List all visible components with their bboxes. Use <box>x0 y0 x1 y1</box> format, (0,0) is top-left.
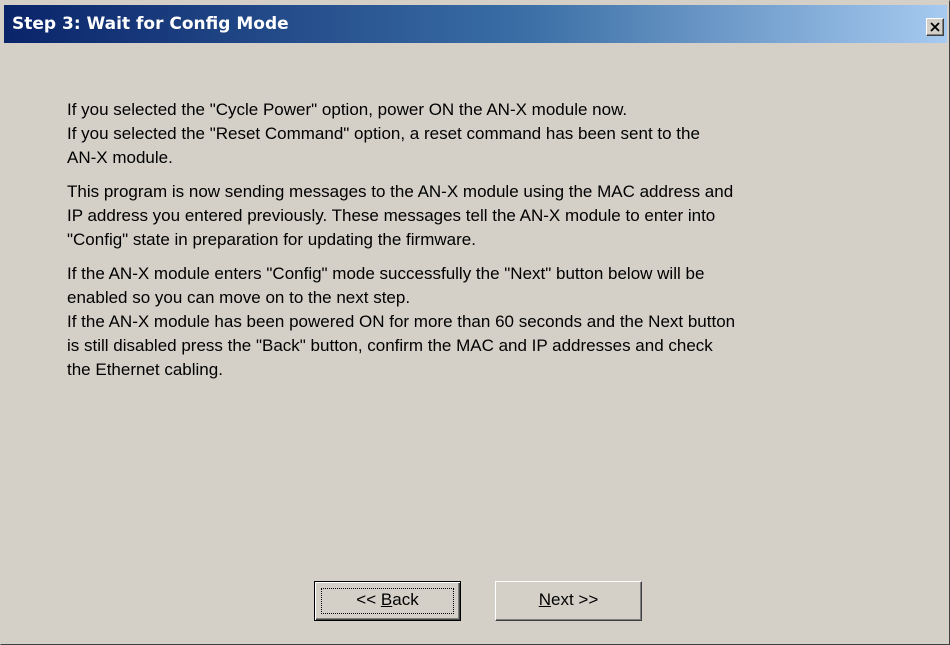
back-button[interactable]: << Back <box>314 581 461 621</box>
instruction-line: IP address you entered previously. These… <box>67 206 716 225</box>
instructions: If you selected the "Cycle Power" option… <box>67 98 927 392</box>
instruction-paragraph-3: If the AN-X module enters "Config" mode … <box>67 262 927 382</box>
close-icon <box>930 22 940 32</box>
instruction-line: the Ethernet cabling. <box>67 360 223 379</box>
close-button[interactable] <box>926 18 944 36</box>
instruction-line: If you selected the "Cycle Power" option… <box>67 100 628 119</box>
title-bar[interactable]: Step 3: Wait for Config Mode <box>4 5 947 43</box>
instruction-paragraph-1: If you selected the "Cycle Power" option… <box>67 98 927 170</box>
instruction-line: is still disabled press the "Back" butto… <box>67 336 713 355</box>
next-button-accelerator: N <box>538 590 551 609</box>
focus-rectangle <box>321 588 454 614</box>
instruction-line: "Config" state in preparation for updati… <box>67 230 476 249</box>
next-button[interactable]: Next >> <box>495 581 642 621</box>
instruction-line: AN-X module. <box>67 148 173 167</box>
dialog-title: Step 3: Wait for Config Mode <box>12 14 289 34</box>
instruction-line: If the AN-X module has been powered ON f… <box>67 312 736 331</box>
next-button-label: ext >> <box>551 590 599 609</box>
instruction-line: If the AN-X module enters "Config" mode … <box>67 264 705 283</box>
instruction-line: This program is now sending messages to … <box>67 182 734 201</box>
instruction-line: enabled so you can move on to the next s… <box>67 288 411 307</box>
instruction-line: If you selected the "Reset Command" opti… <box>67 124 700 143</box>
wizard-dialog: Step 3: Wait for Config Mode If you sele… <box>0 0 950 645</box>
instruction-paragraph-2: This program is now sending messages to … <box>67 180 927 252</box>
